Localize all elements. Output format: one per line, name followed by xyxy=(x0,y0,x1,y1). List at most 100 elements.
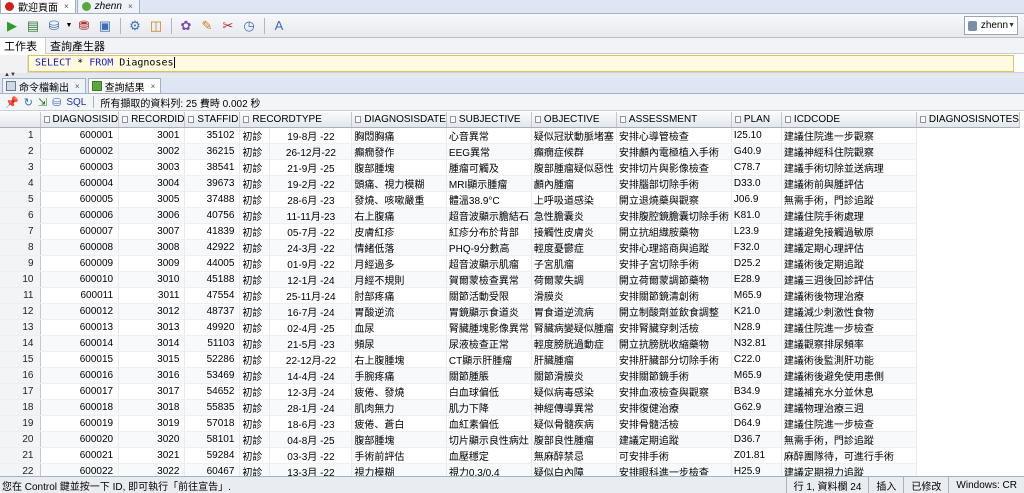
table-cell[interactable]: 52286 xyxy=(184,351,241,368)
table-cell[interactable]: H25.9 xyxy=(731,463,782,476)
column-header[interactable]: ICDCODE xyxy=(781,112,917,128)
tab-script-output[interactable]: 命令檔輸出 × xyxy=(2,78,86,94)
table-cell[interactable]: 3017 xyxy=(118,383,186,400)
table-cell[interactable]: 初診 xyxy=(239,367,271,384)
table-cell[interactable]: 無需手術，門診追蹤 xyxy=(781,191,917,208)
refresh-icon[interactable]: ↻ xyxy=(24,96,33,109)
table-cell[interactable]: 建議觀察排尿頻率 xyxy=(781,335,917,352)
table-cell[interactable]: 輕度憂鬱症 xyxy=(531,239,617,256)
table-cell[interactable]: 安排顱內電極植入手術 xyxy=(616,143,732,160)
table-cell[interactable]: 16-7月 -24 xyxy=(269,303,353,320)
table-cell[interactable]: 急性膽囊炎 xyxy=(531,207,617,224)
table-cell[interactable]: 05-7月 -22 xyxy=(269,223,353,240)
table-cell[interactable]: 疲倦、蒼白 xyxy=(351,415,447,432)
table-cell[interactable]: 02-4月 -25 xyxy=(269,319,353,336)
table-cell[interactable]: 上呼吸道感染 xyxy=(531,191,617,208)
table-cell[interactable]: 28-1月 -24 xyxy=(269,399,353,416)
table-cell[interactable]: 3014 xyxy=(118,335,186,352)
table-cell[interactable]: 3003 xyxy=(118,159,186,176)
table-cell[interactable]: 安排關節鏡清創術 xyxy=(616,287,732,304)
table-cell[interactable]: 建議住院手術處理 xyxy=(781,207,917,224)
doc-tab-welcome[interactable]: 歡迎頁面 × xyxy=(0,0,76,14)
table-row[interactable]: 16 600016 3016 53469 初診 14-4月 -24 手腕疼痛 關節腫脹 關節滑膜… xyxy=(0,367,1019,384)
table-row[interactable]: 7 600007 3007 41839 初診 05-7月 -22 皮膚紅疹 紅疹分布於背部 接觸… xyxy=(0,223,1019,240)
table-cell[interactable]: 11-11月-23 xyxy=(269,207,353,224)
table-cell[interactable]: 初診 xyxy=(239,191,271,208)
table-cell[interactable]: 3018 xyxy=(118,399,186,416)
table-cell[interactable]: 26-12月-22 xyxy=(269,143,353,160)
table-cell[interactable]: 初診 xyxy=(239,159,271,176)
sql-editor[interactable]: SELECT * FROM Diagnoses xyxy=(0,55,1024,73)
table-cell[interactable]: 視力模糊 xyxy=(351,463,447,476)
table-cell[interactable]: 18-6月 -23 xyxy=(269,415,353,432)
table-cell[interactable]: 44005 xyxy=(184,255,241,272)
table-cell[interactable]: 3021 xyxy=(118,447,186,464)
table-cell[interactable]: 3005 xyxy=(118,191,186,208)
table-cell[interactable]: EEG異常 xyxy=(446,143,532,160)
table-cell[interactable]: 初診 xyxy=(239,303,271,320)
table-cell[interactable]: 36215 xyxy=(184,143,241,160)
column-header[interactable]: RECORDTYPE xyxy=(239,112,353,128)
table-cell[interactable]: 3020 xyxy=(118,431,186,448)
fetch-icon[interactable]: ⛁ xyxy=(52,96,61,109)
table-cell[interactable]: 神經傳導異常 xyxy=(531,399,617,416)
table-cell[interactable]: 癲癇發作 xyxy=(351,143,447,160)
table-cell[interactable]: 3008 xyxy=(118,239,186,256)
table-cell[interactable]: 3015 xyxy=(118,351,186,368)
table-cell[interactable]: 初診 xyxy=(239,335,271,352)
table-cell[interactable]: 49920 xyxy=(184,319,241,336)
table-cell[interactable]: 切片顯示良性病灶 xyxy=(446,431,532,448)
table-cell[interactable]: 600010 xyxy=(40,271,120,288)
table-cell[interactable]: 12-1月 -24 xyxy=(269,271,353,288)
table-row[interactable]: 6 600006 3006 40756 初診 11-11月-23 右上腹痛 超音波顯示膽結石急… xyxy=(0,207,1019,224)
table-cell[interactable]: 3022 xyxy=(118,463,186,476)
column-header[interactable]: ASSESSMENT xyxy=(616,112,732,128)
table-cell[interactable]: 建議住院進一步檢查 xyxy=(781,415,917,432)
table-cell[interactable]: 600022 xyxy=(40,463,120,476)
table-cell[interactable]: 600017 xyxy=(40,383,120,400)
table-cell[interactable]: 月經不規則 xyxy=(351,271,447,288)
column-header[interactable]: DIAGNOSISNOTES xyxy=(916,112,1020,128)
table-cell[interactable]: PHQ-9分數高 xyxy=(446,239,532,256)
table-cell[interactable]: 右上腹痛 xyxy=(351,207,447,224)
table-cell[interactable]: G40.9 xyxy=(731,143,782,160)
table-cell[interactable]: 腎臟病變疑似腫瘤 xyxy=(531,319,617,336)
table-cell[interactable]: 安排骨髓活檢 xyxy=(616,415,732,432)
table-cell[interactable]: I25.10 xyxy=(731,127,782,144)
table-cell[interactable]: 600020 xyxy=(40,431,120,448)
table-cell[interactable]: 3011 xyxy=(118,287,186,304)
table-cell[interactable]: 600006 xyxy=(40,207,120,224)
tab-worksheet[interactable]: 工作表 xyxy=(0,37,46,54)
table-cell[interactable]: 荷爾蒙失調 xyxy=(531,271,617,288)
table-cell[interactable]: 60467 xyxy=(184,463,241,476)
table-cell[interactable]: 建議補充水分並休息 xyxy=(781,383,917,400)
export-icon[interactable]: ⇲ xyxy=(38,96,47,109)
table-cell[interactable]: 600019 xyxy=(40,415,120,432)
tab-query-result[interactable]: 查詢結果 × xyxy=(87,78,162,94)
table-cell[interactable]: 39673 xyxy=(184,175,241,192)
table-cell[interactable]: 賀爾蒙檢查異常 xyxy=(446,271,532,288)
table-cell[interactable]: 腹部腫塊 xyxy=(351,431,447,448)
table-cell[interactable]: 疲倦、發燒 xyxy=(351,383,447,400)
sql-tuning-icon[interactable]: ✿ xyxy=(176,16,196,36)
table-cell[interactable]: 安排心導管檢查 xyxy=(616,127,732,144)
table-cell[interactable]: 600002 xyxy=(40,143,120,160)
table-cell[interactable]: 55835 xyxy=(184,399,241,416)
dropdown-arrow-icon[interactable]: ▼ xyxy=(65,16,73,36)
table-cell[interactable]: 安排腦部切除手術 xyxy=(616,175,732,192)
table-cell[interactable]: C22.0 xyxy=(731,351,782,368)
table-cell[interactable]: 600016 xyxy=(40,367,120,384)
table-cell[interactable]: 初診 xyxy=(239,223,271,240)
table-cell[interactable]: 600009 xyxy=(40,255,120,272)
table-cell[interactable]: 無麻醉禁忌 xyxy=(531,447,617,464)
table-row[interactable]: 17 600017 3017 54652 初診 12-3月 -24 疲倦、發燒 白血球偏低 疑似… xyxy=(0,383,1019,400)
table-cell[interactable]: 血尿 xyxy=(351,319,447,336)
table-cell[interactable]: 600004 xyxy=(40,175,120,192)
pin-icon[interactable]: 📌 xyxy=(5,96,19,109)
column-header[interactable]: SUBJECTIVE xyxy=(446,112,532,128)
table-row[interactable]: 2 600002 3002 36215 初診 26-12月-22 癲癇發作 EEG異常 癲癇症候… xyxy=(0,143,1019,160)
table-cell[interactable]: 59284 xyxy=(184,447,241,464)
table-cell[interactable]: 初診 xyxy=(239,143,271,160)
table-cell[interactable]: 可安排手術 xyxy=(616,447,732,464)
table-cell[interactable]: 21-9月 -25 xyxy=(269,159,353,176)
